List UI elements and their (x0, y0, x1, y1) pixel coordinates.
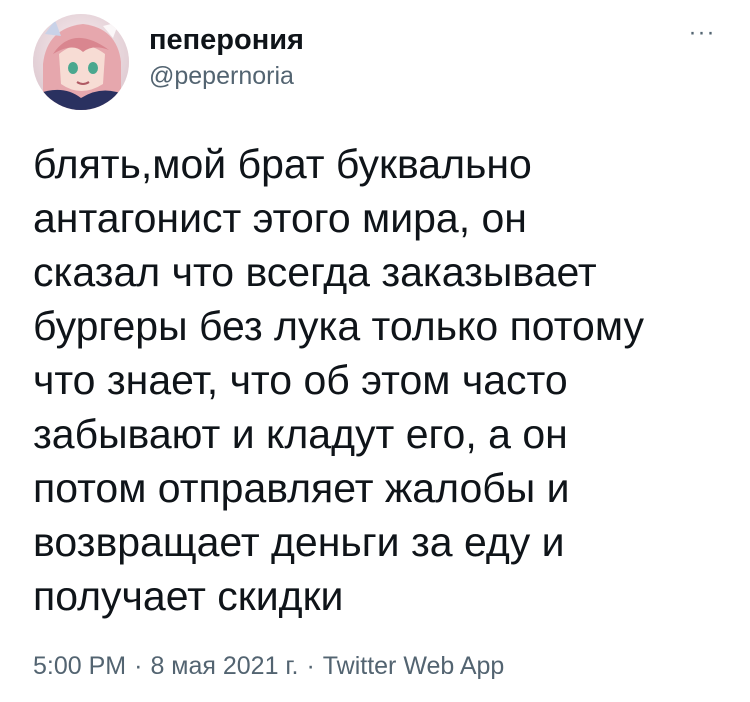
tweet-meta: 5:00 PM · 8 мая 2021 г. · Twitter Web App (33, 650, 504, 682)
tweet: пеперония @pepernoria ··· блять,мой брат… (0, 0, 750, 702)
user-handle[interactable]: @pepernoria (149, 60, 294, 92)
avatar[interactable] (33, 14, 129, 110)
more-dots-icon[interactable]: ··· (682, 18, 722, 48)
tweet-text: блять,мой брат буквально антагонист этог… (33, 137, 733, 623)
tweet-text-line: сказал что всегда заказывает (33, 249, 597, 295)
tweet-text-line: потом отправляет жалобы и (33, 465, 570, 511)
tweet-text-line: что знает, что об этом часто (33, 357, 568, 403)
tweet-source[interactable]: Twitter Web App (323, 652, 505, 680)
avatar-image (33, 14, 129, 110)
tweet-text-line: блять,мой брат буквально (33, 141, 532, 187)
tweet-text-line: забывают и кладут его, а он (33, 411, 568, 457)
tweet-text-line: бургеры без лука только потому (33, 303, 644, 349)
display-name[interactable]: пеперония (149, 22, 304, 58)
tweet-date[interactable]: 8 мая 2021 г. (150, 652, 298, 680)
tweet-time[interactable]: 5:00 PM (33, 652, 126, 680)
tweet-text-line: возвращает деньги за еду и (33, 519, 565, 565)
meta-separator: · (134, 652, 143, 680)
meta-separator: · (306, 652, 315, 680)
tweet-text-line: антагонист этого мира, он (33, 195, 527, 241)
tweet-text-line: получает скидки (33, 573, 344, 619)
